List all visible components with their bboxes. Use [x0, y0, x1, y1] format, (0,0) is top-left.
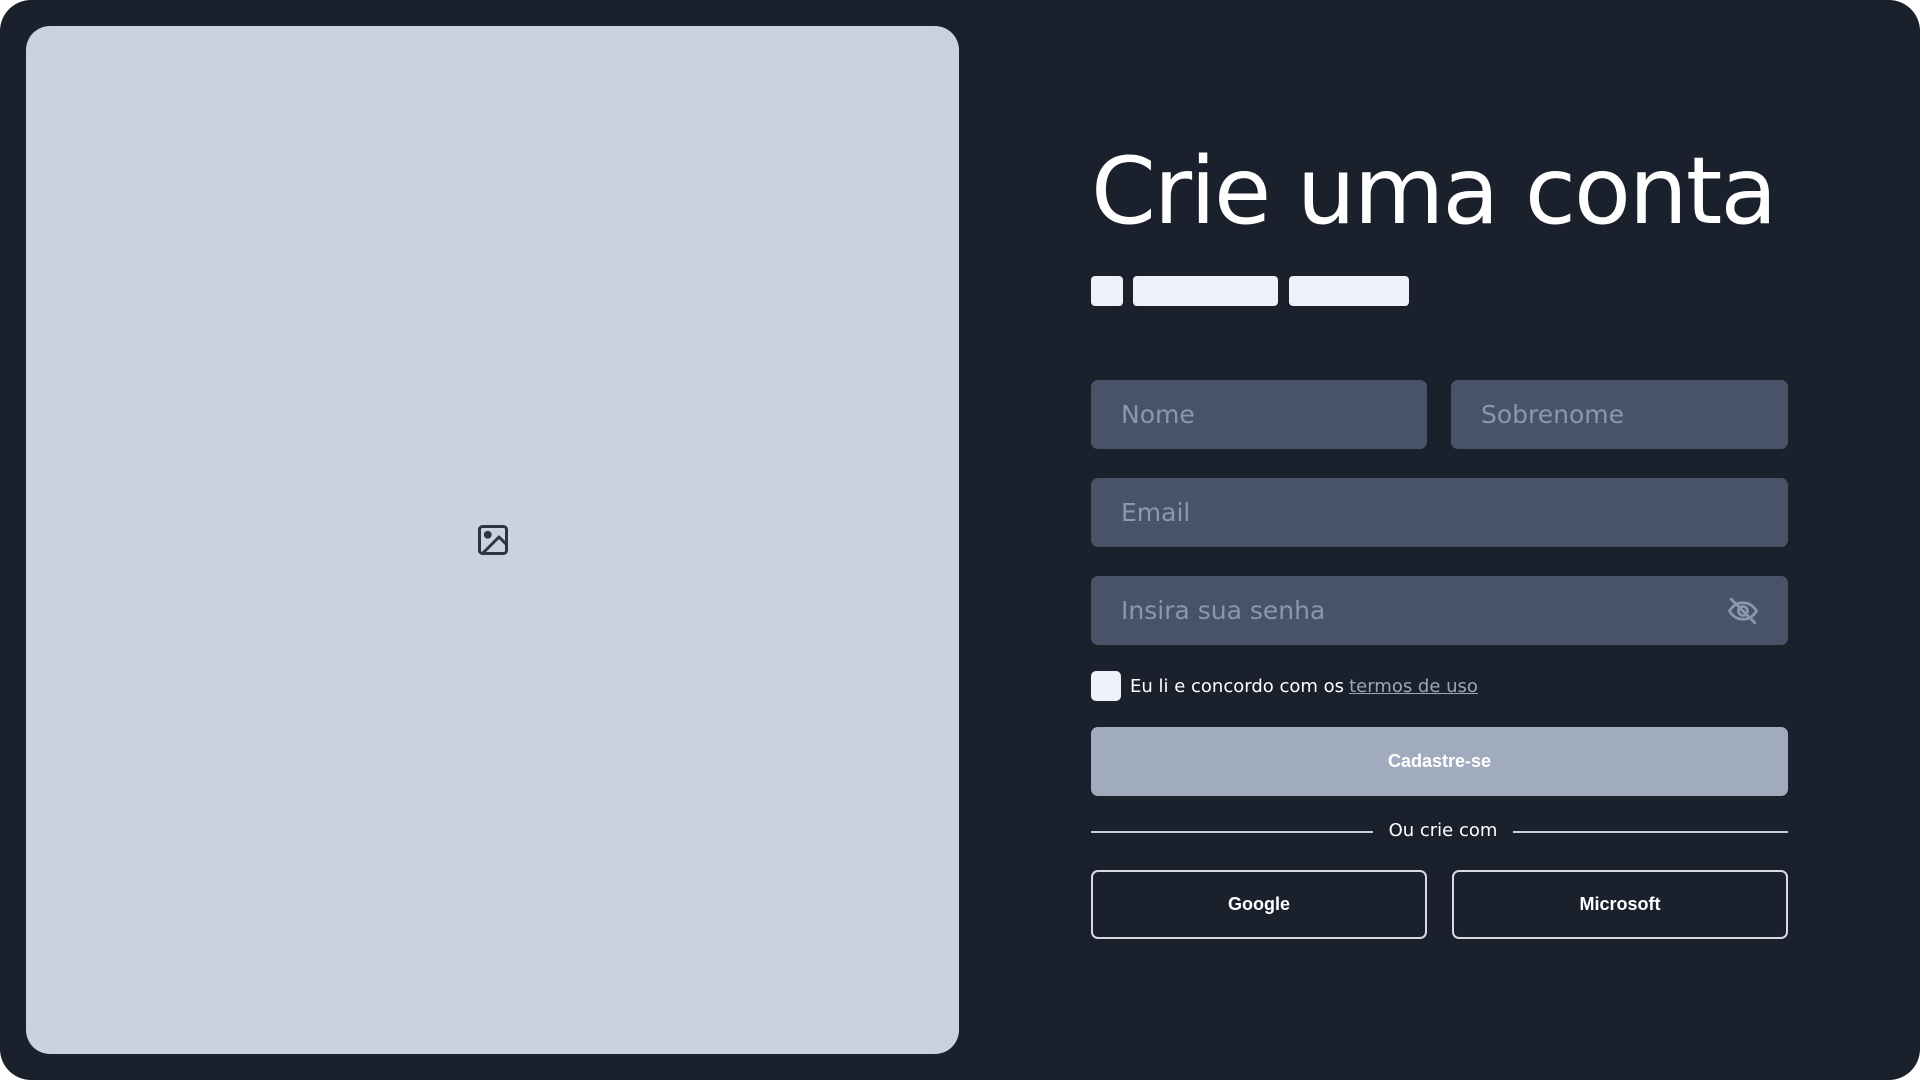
- divider-line: [1513, 831, 1788, 833]
- terms-text: Eu li e concordo com os: [1130, 675, 1345, 697]
- microsoft-signup-button[interactable]: Microsoft: [1452, 870, 1788, 939]
- email-input[interactable]: [1091, 478, 1788, 547]
- terms-link[interactable]: termos de uso: [1349, 676, 1478, 697]
- password-input[interactable]: [1091, 576, 1788, 645]
- signup-form: Crie uma conta Eu li e concordo com os t…: [1091, 0, 1788, 1080]
- password-visibility-toggle[interactable]: [1725, 593, 1761, 629]
- divider: Ou crie com: [1091, 818, 1788, 846]
- first-name-input[interactable]: [1091, 380, 1427, 449]
- terms-row: Eu li e concordo com os termos de uso: [1091, 670, 1478, 702]
- signup-button[interactable]: Cadastre-se: [1091, 727, 1788, 796]
- skeleton-chip: [1133, 276, 1278, 306]
- divider-text: Ou crie com: [1388, 820, 1498, 841]
- image-placeholder-panel: [26, 26, 959, 1054]
- page-title: Crie uma conta: [1091, 137, 1777, 245]
- image-icon: [477, 525, 508, 555]
- skeleton-chip: [1289, 276, 1409, 306]
- app-window: Crie uma conta Eu li e concordo com os t…: [0, 0, 1920, 1080]
- terms-checkbox[interactable]: [1091, 671, 1121, 701]
- skeleton-chip: [1091, 276, 1123, 306]
- divider-line: [1091, 831, 1373, 833]
- last-name-input[interactable]: [1451, 380, 1788, 449]
- google-signup-button[interactable]: Google: [1091, 870, 1427, 939]
- eye-off-icon: [1728, 597, 1758, 625]
